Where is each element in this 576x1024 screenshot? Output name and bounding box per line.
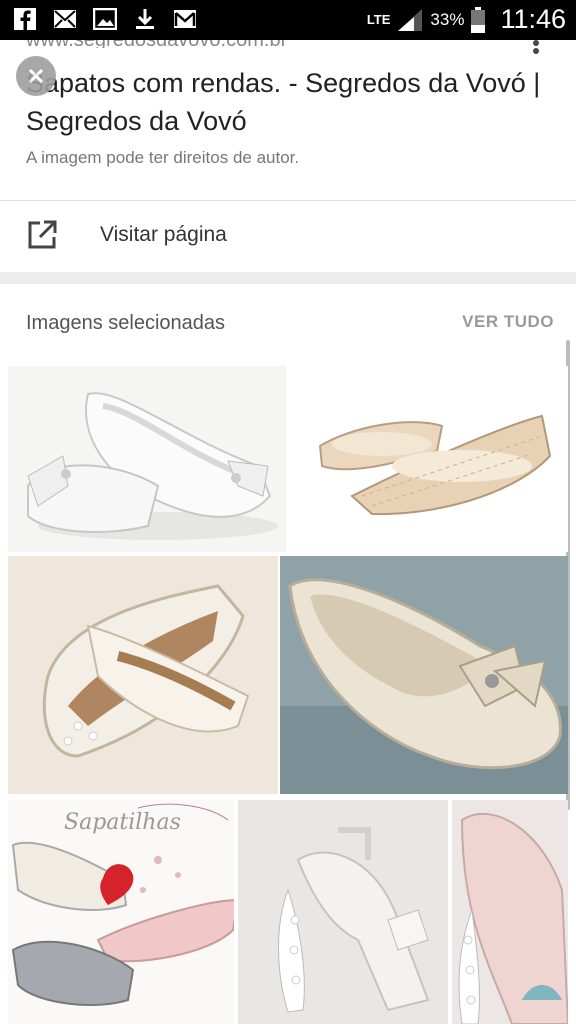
image-beige-flats[interactable] xyxy=(292,366,568,552)
see-all-button[interactable]: VER TUDO xyxy=(462,312,554,332)
mail-icon xyxy=(52,6,78,32)
image-lace-flat-bow[interactable] xyxy=(280,556,568,794)
result-url[interactable]: www.segredosdavovo.com.br xyxy=(26,40,287,48)
result-title[interactable]: Sapatos com rendas. - Segredos da Vovó |… xyxy=(26,64,546,140)
clock: 11:46 xyxy=(500,4,566,34)
facebook-icon xyxy=(12,6,38,32)
battery-icon xyxy=(471,6,486,33)
visit-page-button[interactable]: Visitar página xyxy=(0,201,576,271)
close-icon xyxy=(28,68,44,84)
network-type: LTE xyxy=(366,11,391,27)
copyright-notice: A imagem pode ter direitos de autor. xyxy=(26,148,300,167)
more-options-icon[interactable] xyxy=(532,40,540,54)
image-lace-heel-closeup[interactable] xyxy=(452,800,568,1024)
image-lace-heels[interactable] xyxy=(238,800,448,1024)
image-icon xyxy=(92,6,118,32)
battery-percent: 33% xyxy=(430,9,465,29)
visit-page-label: Visitar página xyxy=(100,223,227,246)
image-lace-flats-pearls[interactable] xyxy=(8,556,278,794)
open-in-new-icon xyxy=(28,220,57,249)
image-sapatilhas-collage[interactable]: Sapatilhas xyxy=(8,800,234,1024)
status-bar: LTE 33% 11:46 xyxy=(0,0,576,40)
image-white-bow-flats[interactable] xyxy=(8,366,286,552)
close-button[interactable] xyxy=(16,56,56,96)
sapatilhas-caption: Sapatilhas xyxy=(64,810,181,835)
download-icon xyxy=(132,6,158,32)
gmail-icon xyxy=(172,6,198,32)
signal-icon xyxy=(398,8,423,31)
section-heading: Imagens selecionadas xyxy=(26,312,226,334)
